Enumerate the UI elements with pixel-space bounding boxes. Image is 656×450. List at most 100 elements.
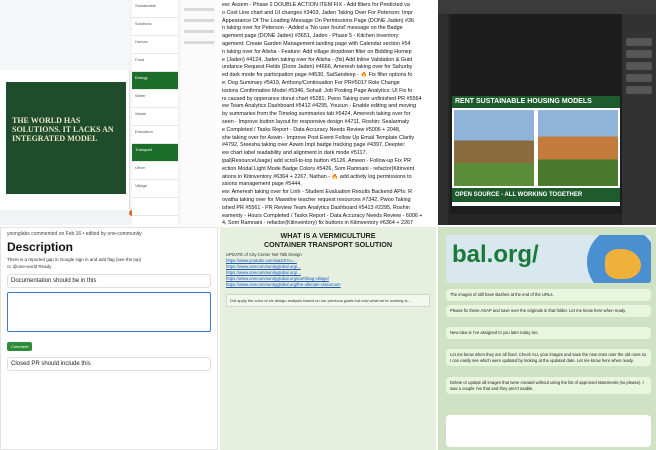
description-title: Description bbox=[7, 240, 74, 254]
chat-message: The images of still have slashes at the … bbox=[446, 289, 651, 301]
sidebar-item[interactable]: Village bbox=[132, 180, 178, 198]
divider bbox=[184, 8, 214, 11]
pr-text-line: n taking over for Alisha - Feature: Add … bbox=[222, 48, 412, 55]
pr-text-line: seen - Improve button layout for respons… bbox=[222, 118, 410, 125]
tile-website-editor: The World Has Solutions. It Lacks an Int… bbox=[0, 0, 218, 225]
pr-text-line: o Cost Line chart and UI changes #3403, … bbox=[222, 9, 413, 16]
panel-icon[interactable] bbox=[626, 86, 652, 94]
chat-message: Please fix these ASAP and save over the … bbox=[446, 305, 651, 317]
sidebar-item[interactable] bbox=[132, 198, 178, 216]
pr-text-line: Appearance Of The Loading Message On Per… bbox=[222, 17, 414, 24]
sidebar-item[interactable]: Food bbox=[132, 54, 178, 72]
comment-button[interactable]: Comment bbox=[7, 342, 33, 351]
preview-header-band bbox=[0, 0, 130, 70]
divider bbox=[184, 19, 214, 22]
doc-title: WHAT IS A VERMICULTURE CONTAINER TRANSPO… bbox=[220, 231, 436, 249]
panel-icon[interactable] bbox=[626, 38, 652, 46]
editor-toolbar[interactable] bbox=[438, 0, 656, 14]
pr-text-line: n taking over for Peterson - Added a 'No… bbox=[222, 25, 403, 32]
pr-text-line: ew: Assem - Phase 2 DOUBLE ACTION ITEM F… bbox=[222, 2, 410, 8]
tile-github-pr: yoonglabs commented on Feb 16 • edited b… bbox=[0, 227, 218, 450]
doc-link[interactable]: https://www.onecommunityglobal.org/... bbox=[226, 270, 301, 275]
chat-attachment[interactable] bbox=[446, 415, 651, 447]
pr-text-line: e Completed / Tasks Report - Data Accura… bbox=[222, 126, 401, 133]
sidebar-item[interactable]: Sustainable bbox=[132, 0, 178, 18]
pr-text-line: agement: Create Garden Management landin… bbox=[222, 40, 411, 47]
editor-preview-pane: The World Has Solutions. It Lacks an Int… bbox=[0, 0, 130, 210]
pr-text-line: she taking over for Aswin - Improve Post… bbox=[222, 134, 415, 141]
doc-link[interactable]: https://www.youtube.com/watch?v=... bbox=[226, 258, 297, 263]
promo-card: The World Has Solutions. It Lacks an Int… bbox=[6, 82, 126, 194]
comment-card: Closed PR should include this bbox=[7, 357, 211, 371]
comment-card: Documentation should be in this bbox=[7, 274, 211, 288]
description-line: cc @one-world Ready bbox=[7, 264, 52, 269]
doc-subsection: Did apply the color of six design analys… bbox=[226, 294, 430, 307]
chat-message: Let me know when they are all fixed. Che… bbox=[446, 349, 651, 366]
pr-text-line: undance Request Fields (Done Jaden) #466… bbox=[222, 64, 413, 71]
sidebar-item[interactable]: Homes bbox=[132, 36, 178, 54]
pr-text-block: ew: Assem - Phase 2 DOUBLE ACTION ITEM F… bbox=[222, 2, 434, 225]
pr-text-line: e (Jaden) #4124, Jaden taking over for A… bbox=[222, 56, 413, 63]
pr-text-line: 4, Som Ramnani - refactor(Kitinventory) … bbox=[222, 220, 414, 225]
panels-sidebar[interactable] bbox=[622, 14, 656, 225]
pr-text-line: ew: Ameresh taking over for Linh - Stude… bbox=[222, 189, 412, 196]
panel-icon[interactable] bbox=[626, 62, 652, 70]
pr-text-line: agement page (DONE Jaden) #3651, Jaden -… bbox=[222, 33, 400, 40]
divider bbox=[184, 41, 214, 44]
comment-text: Closed PR should include this bbox=[11, 361, 91, 367]
pr-text-line: by summaries from the Timelog summaries … bbox=[222, 111, 411, 118]
pr-text-line: ovatha taking over for Mawshie teacher r… bbox=[222, 196, 411, 203]
tile-chat: bal.org/ The images of still have slashe… bbox=[438, 227, 656, 450]
pr-text-line: ection Modal Light Mode Badge Colors #54… bbox=[222, 165, 415, 172]
pr-text-line: #4792, Sreesha taking over Aswin Impl ba… bbox=[222, 142, 406, 149]
globe-image bbox=[587, 235, 651, 283]
sidebar-item[interactable]: Other bbox=[132, 162, 178, 180]
pr-text-line: eamenty - Hours Completed / Tasks Report… bbox=[222, 212, 423, 219]
comment-input[interactable] bbox=[7, 292, 211, 332]
panel-icon[interactable] bbox=[626, 50, 652, 58]
tile-pr-list: ew: Assem - Phase 2 DOUBLE ACTION ITEM F… bbox=[220, 0, 436, 225]
pr-text-line: ew Team Analytics Dashboard #5412 #4295,… bbox=[222, 103, 417, 110]
sidebar-item[interactable]: Solutions bbox=[132, 18, 178, 36]
chat-message: Delete or update all images that were cr… bbox=[446, 377, 651, 394]
sidebar-item[interactable]: Education bbox=[132, 126, 178, 144]
pr-text-line: ew chart label readability and alignment… bbox=[222, 150, 367, 157]
panel-icons[interactable] bbox=[626, 34, 652, 98]
doc-title-line: CONTAINER TRANSPORT SOLUTION bbox=[263, 240, 393, 249]
comment-text: Documentation should be in this bbox=[11, 278, 97, 284]
sidebar-item[interactable]: Water bbox=[132, 90, 178, 108]
sidebar: Sustainable Solutions Homes Food Energy … bbox=[132, 0, 178, 225]
banner-footer: OPEN SOURCE - ALL WORKING TOGETHER bbox=[452, 188, 620, 202]
pr-text-line: ipal|ResourceUsage) add scroll-to-top bu… bbox=[222, 157, 411, 164]
doc-link[interactable]: https://www.onecommunityglobal.org/earth… bbox=[226, 276, 329, 281]
sidebar-item-active[interactable]: Transport bbox=[132, 144, 178, 162]
pr-text-line: ed dark mode for participation page #453… bbox=[222, 72, 413, 79]
doc-title-line: WHAT IS A VERMICULTURE bbox=[280, 231, 376, 240]
doc-link[interactable]: https://www.onecommunityglobal.org/the-u… bbox=[226, 282, 341, 287]
tile-vermiculture-doc: WHAT IS A VERMICULTURE CONTAINER TRANSPO… bbox=[220, 227, 436, 450]
pr-text-line: ished PR #5561 - PR Review Team Analytic… bbox=[222, 204, 410, 211]
sidebar-item-active[interactable]: Energy bbox=[132, 72, 178, 90]
tile-image-editor: RENT SUSTAINABLE HOUSING MODELS OPEN SOU… bbox=[438, 0, 656, 225]
house-image bbox=[454, 110, 534, 186]
url-fragment: bal.org/ bbox=[452, 241, 539, 268]
description-line: There is a reported gap in Google sign i… bbox=[7, 257, 142, 262]
pr-text-line: e: Dog Summary #5419, Anthony/Continuati… bbox=[222, 79, 400, 86]
panel-icon[interactable] bbox=[626, 74, 652, 82]
doc-link[interactable]: https://www.onecommunityglobal.org/... bbox=[226, 264, 301, 269]
tools-sidebar[interactable] bbox=[438, 14, 448, 225]
banner-image-row bbox=[452, 108, 620, 188]
properties-pane bbox=[180, 0, 216, 225]
pr-text-line: issions Confirmation Model #5346, Sohail… bbox=[222, 87, 413, 94]
pr-text-line: rs caused by opperance donut chart #5281… bbox=[222, 95, 422, 102]
banner-header: RENT SUSTAINABLE HOUSING MODELS bbox=[452, 96, 620, 108]
comment-header: yoonglabs commented on Feb 16 • edited b… bbox=[7, 231, 142, 237]
pr-text-line: ations in Kitinventory #6364 + 2267, Nat… bbox=[222, 173, 412, 180]
divider bbox=[184, 30, 214, 33]
pr-text-line: ssions management page #5444, bbox=[222, 181, 302, 188]
shared-image[interactable]: bal.org/ bbox=[446, 235, 651, 283]
sidebar-item[interactable]: Waste bbox=[132, 108, 178, 126]
chat-message: New idea is I've assigned to you later t… bbox=[446, 327, 651, 339]
house-image bbox=[538, 110, 618, 186]
housing-banner: RENT SUSTAINABLE HOUSING MODELS OPEN SOU… bbox=[452, 96, 620, 206]
